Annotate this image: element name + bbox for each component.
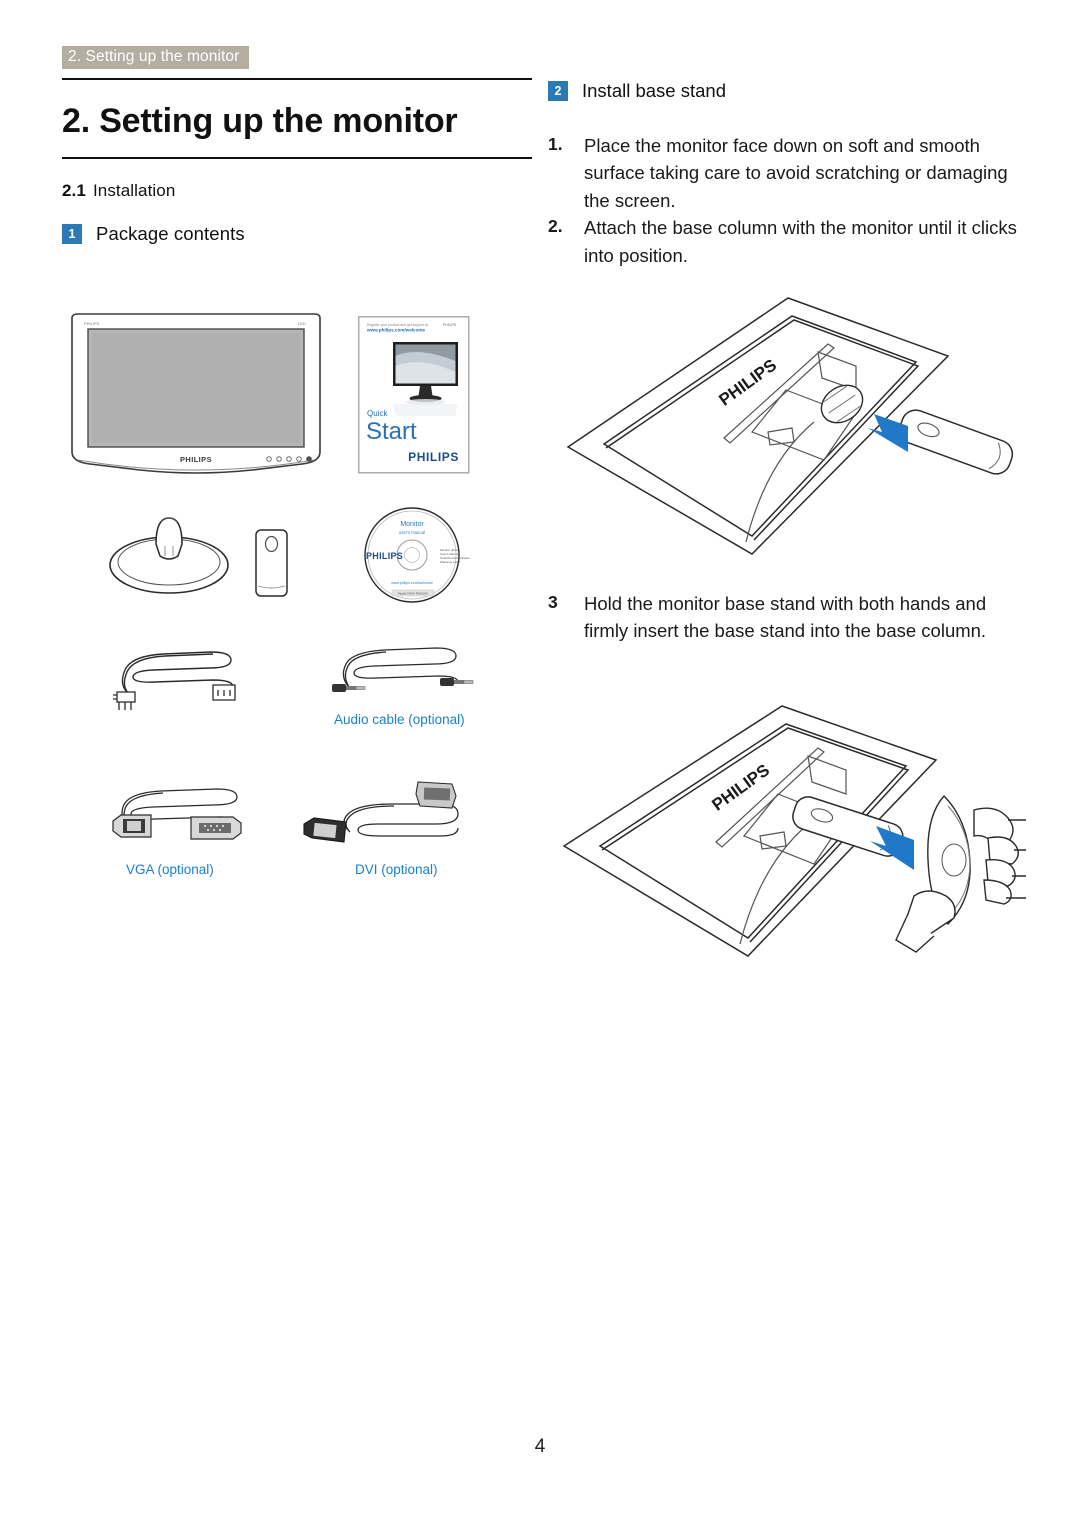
svg-text:Model XXXX PNXXXX: Model XXXX PNXXXX [398, 592, 428, 596]
vga-cable-illustration [105, 785, 255, 855]
section-label: Installation [92, 181, 176, 201]
cd-title: Monitor [400, 521, 424, 528]
svg-text:www.philips.com/welcome: www.philips.com/welcome [391, 581, 433, 585]
page-number: 4 [534, 1436, 546, 1457]
install-base-stand-heading: 2 Install base stand [548, 80, 1026, 102]
package-contents-label: Package contents [96, 223, 245, 245]
quick-start-line2: Start [366, 418, 417, 445]
cd-illustration: Monitor user's manual PHILIPS Monitor dr… [352, 506, 472, 604]
section-heading: 2.1 Installation [62, 181, 532, 201]
quick-start-line1: Quick [367, 409, 388, 418]
section-number: 2.1 [62, 181, 86, 201]
step-marker: 2. [548, 216, 563, 237]
svg-text:Register your product and get: Register your product and get support at [367, 323, 428, 327]
page-title: 2. Setting up the monitor [62, 102, 458, 140]
svg-text:PHILIPS: PHILIPS [443, 323, 457, 327]
audio-cable-caption: Audio cable (optional) [334, 712, 465, 727]
monitor-front-illustration: PHILIPS PHILIPS LED [62, 312, 330, 482]
install-steps-list: 1. Place the monitor face down on soft a… [548, 132, 1026, 269]
right-column: 2 Install base stand 1. Place the monito… [548, 80, 1026, 269]
list-item: 1. Place the monitor face down on soft a… [548, 132, 1026, 214]
cd-brand: PHILIPS [366, 551, 403, 561]
running-header-badge: 2. Setting up the monitor [62, 46, 250, 70]
power-cable-illustration [105, 640, 250, 712]
svg-text:PHILIPS: PHILIPS [84, 321, 100, 326]
install-base-stand-label: Install base stand [582, 80, 726, 101]
vga-cable-caption: VGA (optional) [126, 862, 214, 877]
left-column: 2. Setting up the monitor 2.1 Installatio… [62, 78, 532, 245]
svg-text:www.philips.com/welcome: www.philips.com/welcome [366, 328, 425, 333]
list-item: 2. Attach the base column with the monit… [548, 214, 1026, 269]
base-stand-illustration [108, 510, 230, 596]
base-column-illustration [250, 528, 294, 598]
dvi-cable-illustration [300, 780, 470, 858]
step-text: Place the monitor face down on soft and … [584, 135, 1008, 211]
number-badge-2: 2 [548, 81, 568, 101]
base-stand-insert-illustration: PHILIPS [556, 700, 1026, 965]
svg-text:Warranty Letter: Warranty Letter [440, 560, 461, 564]
quick-start-brand: PHILIPS [408, 450, 459, 464]
illustration-brand-1: PHILIPS [715, 355, 780, 409]
svg-text:LED: LED [298, 321, 306, 326]
audio-cable-illustration [328, 640, 478, 702]
dvi-cable-caption: DVI (optional) [355, 862, 438, 877]
base-column-attach-illustration: PHILIPS [556, 292, 1026, 564]
number-badge-1: 1 [62, 224, 82, 245]
quick-start-guide-illustration: Register your product and get support at… [358, 316, 470, 474]
step-three-block: 3 Hold the monitor base stand with both … [548, 590, 1026, 645]
monitor-brand-label: PHILIPS [180, 455, 212, 464]
step-text: Attach the base column with the monitor … [584, 217, 1017, 266]
step-text: Hold the monitor base stand with both ha… [584, 593, 987, 642]
rule-above-title [62, 78, 532, 80]
rule-below-title [62, 157, 532, 160]
package-contents-heading: 1 Package contents [62, 223, 532, 245]
step-marker: 3 [548, 592, 558, 612]
cd-subtitle: user's manual [399, 530, 425, 535]
step-marker: 1. [548, 134, 563, 154]
